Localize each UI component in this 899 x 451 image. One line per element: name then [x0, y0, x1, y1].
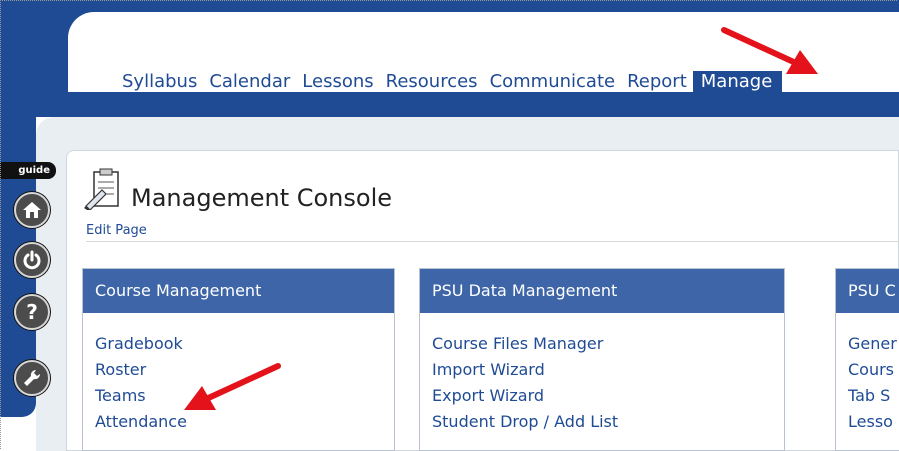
tab-lessons[interactable]: Lessons	[296, 71, 379, 94]
help-button[interactable]: ?	[14, 294, 50, 330]
guide-tab[interactable]: guide	[0, 162, 56, 179]
wrench-icon	[24, 369, 41, 386]
help-icon: ?	[26, 300, 38, 324]
link-lesso[interactable]: Lesso	[848, 409, 899, 435]
page-title: Management Console	[131, 184, 392, 212]
tools-button[interactable]	[14, 360, 50, 396]
tab-manage[interactable]: Manage	[692, 71, 783, 94]
link-gener[interactable]: Gener	[848, 331, 899, 357]
title-divider	[86, 241, 899, 242]
power-icon	[23, 250, 41, 270]
link-roster[interactable]: Roster	[95, 357, 394, 383]
panel-title: PSU Data Management	[420, 269, 784, 313]
tab-resources[interactable]: Resources	[380, 71, 484, 94]
psu-course-panel: PSU C Gener Cours Tab S Lesso	[835, 268, 899, 451]
link-attendance[interactable]: Attendance	[95, 409, 394, 435]
link-tab-s[interactable]: Tab S	[848, 383, 899, 409]
tab-syllabus[interactable]: Syllabus	[122, 71, 203, 94]
clipboard-icon	[84, 168, 119, 210]
link-cours[interactable]: Cours	[848, 357, 899, 383]
course-management-panel: Course Management Gradebook Roster Teams…	[82, 268, 395, 451]
tab-report[interactable]: Report	[621, 71, 693, 94]
edit-page-link[interactable]: Edit Page	[86, 223, 147, 238]
link-course-files-manager[interactable]: Course Files Manager	[432, 331, 784, 357]
panel-title: PSU C	[836, 269, 899, 313]
link-import-wizard[interactable]: Import Wizard	[432, 357, 784, 383]
link-export-wizard[interactable]: Export Wizard	[432, 383, 784, 409]
link-gradebook[interactable]: Gradebook	[95, 331, 394, 357]
psu-data-management-panel: PSU Data Management Course Files Manager…	[419, 268, 785, 451]
link-teams[interactable]: Teams	[95, 383, 394, 409]
tab-calendar[interactable]: Calendar	[203, 71, 296, 94]
tab-communicate[interactable]: Communicate	[484, 71, 622, 94]
power-button[interactable]	[14, 242, 50, 278]
link-student-drop-add-list[interactable]: Student Drop / Add List	[432, 409, 784, 435]
home-icon	[23, 202, 41, 218]
home-button[interactable]	[14, 192, 50, 228]
main-nav: Syllabus Calendar Lessons Resources Comm…	[122, 71, 783, 94]
panel-title: Course Management	[83, 269, 394, 313]
